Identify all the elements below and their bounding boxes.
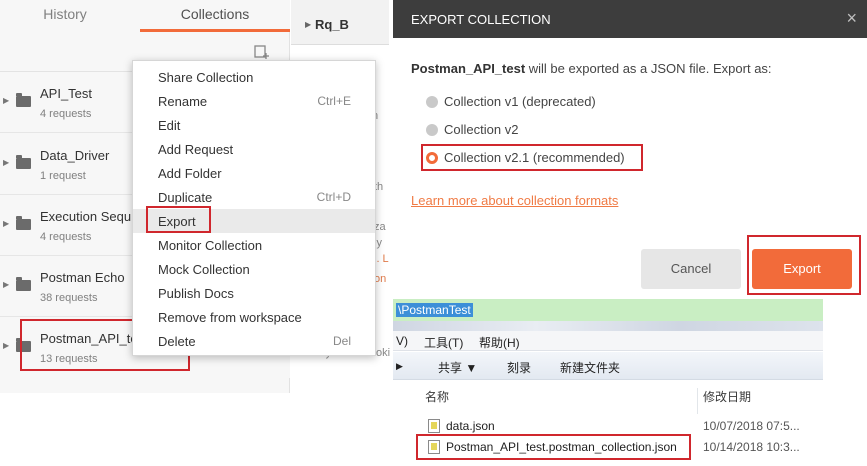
menu-item-remove-from-workspace[interactable]: Remove from workspace: [133, 305, 375, 329]
export-collection-dialog: EXPORT COLLECTION × Postman_API_test wil…: [393, 0, 867, 297]
request-tab-label: Rq_B: [315, 17, 349, 32]
caret-right-icon[interactable]: ▶: [3, 341, 9, 350]
collection-name: Data_Driver: [40, 148, 110, 163]
new-collection-icon[interactable]: [254, 44, 270, 60]
address-bar[interactable]: \PostmanTest: [393, 299, 823, 321]
file-row[interactable]: data.json 10/07/2018 07:5...: [410, 416, 823, 436]
address-path: \PostmanTest: [396, 303, 473, 317]
burn-button[interactable]: 刻录: [507, 359, 531, 376]
menu-item-edit[interactable]: Edit: [133, 113, 375, 137]
sidebar-tabs: History Collections: [0, 0, 290, 32]
blurred-region: [393, 321, 823, 331]
dialog-title: EXPORT COLLECTION: [411, 12, 551, 27]
json-file-icon: [428, 419, 440, 433]
column-divider[interactable]: [697, 388, 698, 414]
caret-right-icon[interactable]: ▶: [3, 158, 9, 167]
menu-item-delete[interactable]: Delete Del: [133, 329, 375, 353]
export-description: Postman_API_test will be exported as a J…: [411, 61, 772, 76]
collection-request-count: 38 requests: [40, 292, 98, 304]
learn-more-link[interactable]: Learn more about collection formats: [411, 193, 618, 208]
collection-request-count: 4 requests: [40, 231, 92, 243]
folder-icon: [16, 277, 31, 291]
menu-item-rename[interactable]: Rename Ctrl+E: [133, 89, 375, 113]
radio-collection-v2[interactable]: Collection v2: [426, 121, 636, 143]
menu-view[interactable]: V): [396, 334, 408, 348]
menu-item-publish-docs[interactable]: Publish Docs: [133, 281, 375, 305]
radio-collection-v1[interactable]: Collection v1 (deprecated): [426, 93, 636, 115]
new-folder-button[interactable]: 新建文件夹: [560, 359, 620, 376]
file-list-header: 名称 修改日期: [410, 381, 823, 414]
column-name[interactable]: 名称: [425, 388, 449, 405]
tab-history[interactable]: History: [0, 0, 130, 32]
caret-right-icon[interactable]: ▶: [3, 280, 9, 289]
menu-item-share-collection[interactable]: Share Collection: [133, 65, 375, 89]
highlight-box-export-menu: [146, 206, 211, 233]
menu-help[interactable]: 帮助(H): [479, 334, 520, 351]
file-explorer: \PostmanTest V) 工具(T) 帮助(H) ▶ 共享 ▼ 刻录 新建…: [393, 297, 867, 466]
dialog-header: EXPORT COLLECTION ×: [393, 0, 867, 38]
menu-item-monitor-collection[interactable]: Monitor Collection: [133, 233, 375, 257]
radio-unchecked-icon[interactable]: [426, 96, 438, 108]
collection-request-count: 4 requests: [40, 108, 92, 120]
collection-name: Postman Echo: [40, 270, 125, 285]
highlight-box-v2-1: [421, 144, 643, 171]
explorer-menubar: V) 工具(T) 帮助(H): [393, 331, 823, 351]
explorer-command-bar: ▶ 共享 ▼ 刻录 新建文件夹: [393, 352, 823, 380]
export-description-text: will be exported as a JSON file. Export …: [525, 61, 772, 76]
menu-item-mock-collection[interactable]: Mock Collection: [133, 257, 375, 281]
column-modified[interactable]: 修改日期: [703, 388, 751, 405]
dropdown-arrow-icon[interactable]: ▶: [396, 361, 403, 372]
collection-name: Execution Sequ: [40, 209, 132, 224]
editor-fragment: i. L: [374, 253, 389, 265]
share-button[interactable]: 共享 ▼: [438, 359, 477, 376]
close-icon[interactable]: ×: [846, 8, 857, 28]
cancel-button[interactable]: Cancel: [641, 249, 741, 289]
caret-right-icon[interactable]: ▶: [3, 219, 9, 228]
tab-collections[interactable]: Collections: [140, 0, 290, 32]
caret-right-icon: ▶: [305, 20, 312, 29]
folder-icon: [16, 216, 31, 230]
highlight-box-exported-file: [416, 434, 691, 460]
caret-right-icon[interactable]: ▶: [3, 96, 9, 105]
collection-name: API_Test: [40, 86, 93, 101]
radio-unchecked-icon[interactable]: [426, 124, 438, 136]
collection-request-count: 1 request: [40, 170, 86, 182]
menu-tools[interactable]: 工具(T): [424, 334, 463, 351]
folder-icon: [16, 155, 31, 169]
menu-item-add-folder[interactable]: Add Folder: [133, 161, 375, 185]
highlight-box-export-button: [747, 235, 861, 295]
collection-name-bold: Postman_API_test: [411, 61, 526, 76]
folder-icon: [16, 93, 31, 107]
menu-item-add-request[interactable]: Add Request: [133, 137, 375, 161]
